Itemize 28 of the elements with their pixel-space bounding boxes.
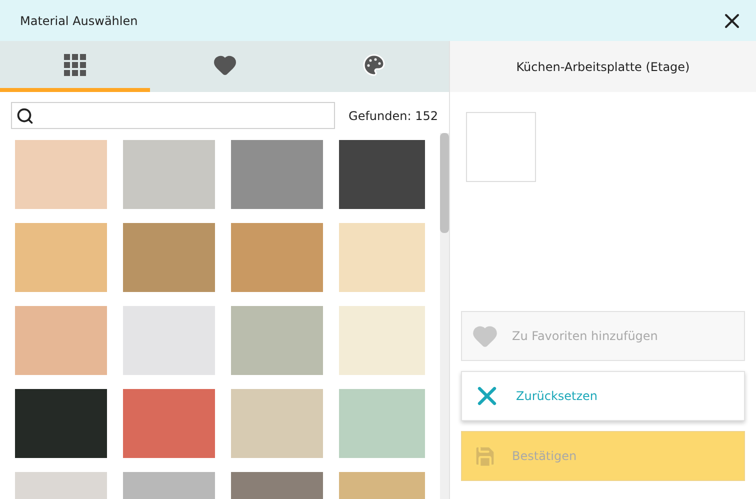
panel-title: Küchen-Arbeitsplatte (Etage) [516,58,690,76]
scrollbar-thumb[interactable] [440,133,449,233]
material-preview [466,112,536,182]
material-swatch[interactable] [231,223,323,292]
material-swatch[interactable] [123,306,215,375]
material-swatch[interactable] [231,306,323,375]
grid-icon [64,54,86,76]
material-swatch[interactable] [123,389,215,458]
material-swatch[interactable] [339,306,425,375]
window-title: Material Auswählen [20,12,138,30]
search-field[interactable] [11,102,335,129]
material-swatch[interactable] [15,306,107,375]
material-swatch[interactable] [339,140,425,209]
material-swatch[interactable] [15,223,107,292]
heart-icon [472,323,498,349]
material-swatch[interactable] [15,140,107,209]
scrollbar[interactable] [440,133,449,499]
material-swatch[interactable] [339,223,425,292]
palette-icon [362,52,386,76]
material-swatch[interactable] [339,389,425,458]
material-swatch[interactable] [231,389,323,458]
material-swatch[interactable] [123,223,215,292]
material-swatch[interactable] [123,140,215,209]
reset-button[interactable]: Zurücksetzen [461,371,745,421]
material-swatch[interactable] [231,140,323,209]
search-icon [16,106,34,124]
result-count: Gefunden: 152 [348,108,438,124]
material-swatch[interactable] [15,389,107,458]
